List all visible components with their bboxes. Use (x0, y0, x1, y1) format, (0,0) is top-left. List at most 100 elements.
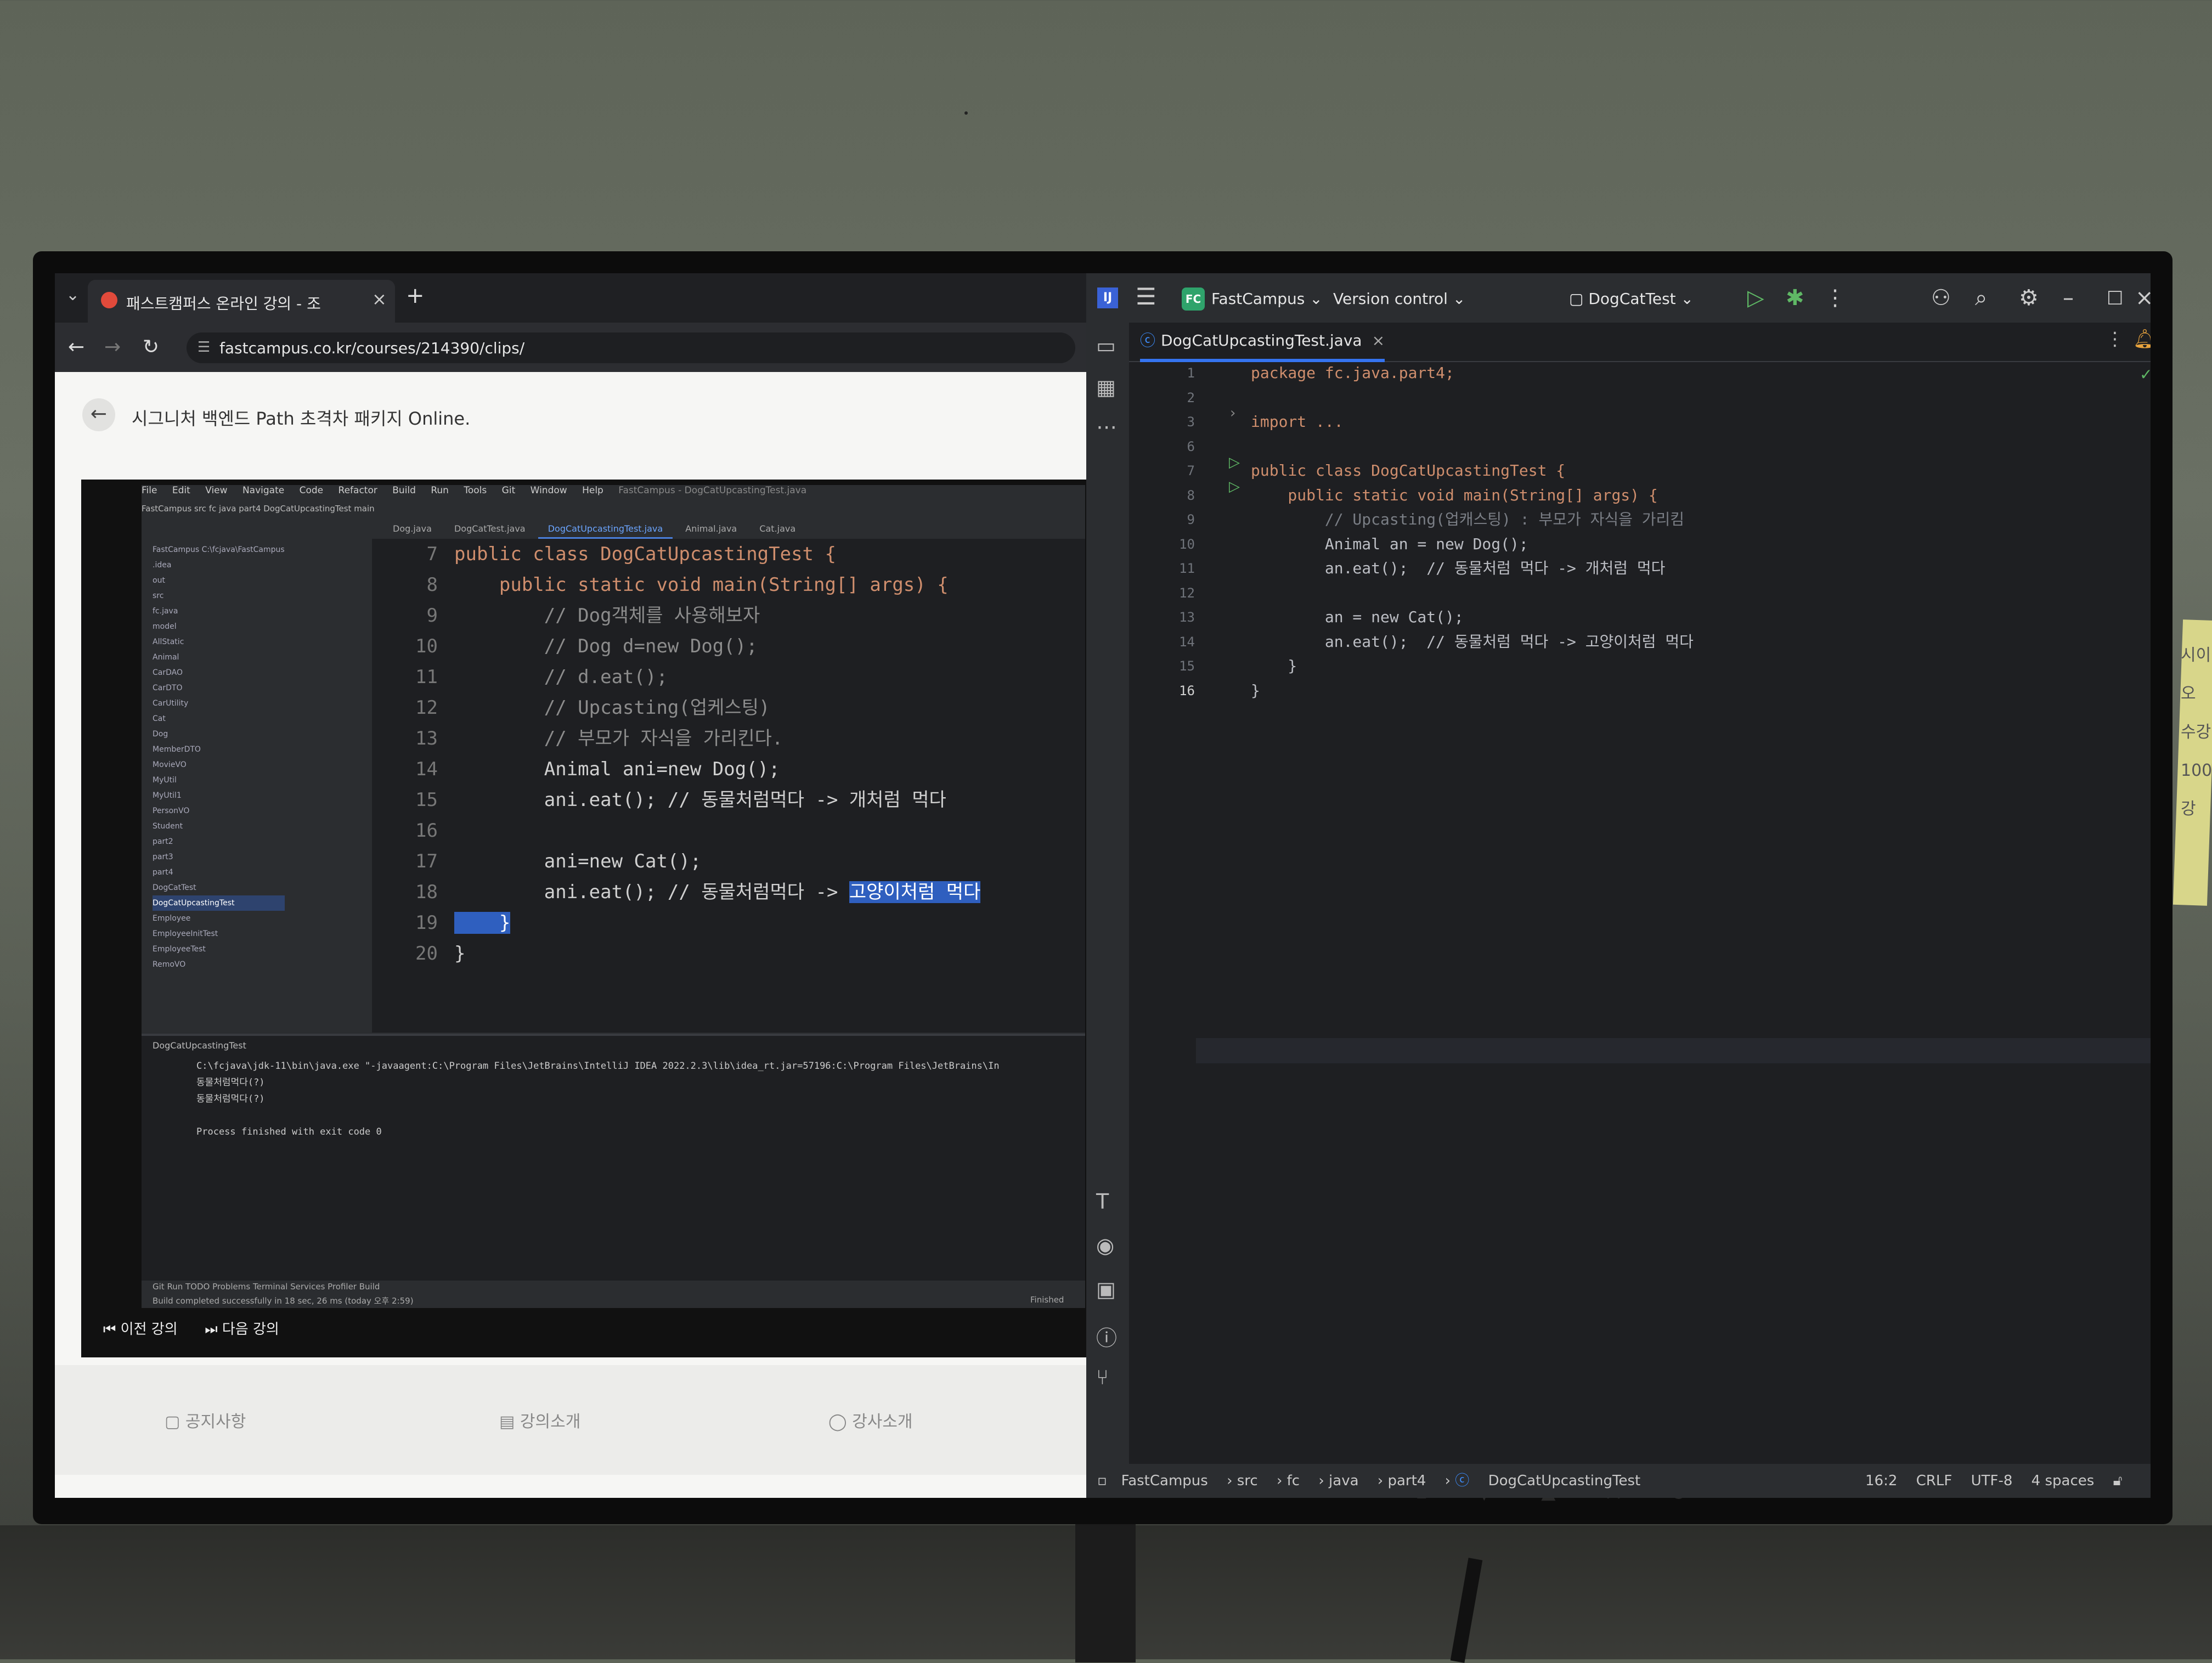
rec-editor-tabs: Dog.java DogCatTest.java DogCatUpcasting… (383, 520, 1085, 539)
tab-course-intro[interactable]: ▤ 강의소개 (499, 1408, 580, 1432)
bc-item: java (1329, 1473, 1359, 1489)
rec-menu-item: Window (530, 485, 567, 496)
ide-titlebar: IJ ☰ FC FastCampus ⌄ Version control ⌄ ▢… (1086, 273, 2151, 323)
tab-label: DogCatUpcastingTest.java (1161, 331, 1362, 349)
project-folder-icon[interactable]: ▭ (1096, 334, 1116, 358)
fold-import-icon[interactable]: › (1230, 405, 1235, 421)
tab-dogcatupcastingtest[interactable]: ⓒ DogCatUpcastingTest.java × (1140, 323, 1385, 362)
rec-line-number: 18 (415, 881, 438, 903)
rec-status-right: Finished (1030, 1295, 1064, 1305)
code-line: } (1251, 681, 1260, 700)
rec-tree-item: CarDAO (153, 668, 183, 677)
lecture-video[interactable]: File Edit View Navigate Code Refactor Bu… (81, 480, 1086, 1357)
back-circle-icon[interactable]: ← (82, 398, 115, 431)
indent-setting[interactable]: 4 spaces (2032, 1473, 2095, 1489)
rec-tree-item: Dog (153, 730, 168, 739)
rec-project-panel: FastCampus C:\fcjava\FastCampus .idea out s… (142, 520, 372, 1030)
browser-tab-title: 패스트캠퍼스 온라인 강의 - 조 (126, 295, 321, 313)
back-arrow-icon[interactable]: ← (68, 336, 84, 358)
rec-output-line: 동물처럼먹다(?) (196, 1093, 265, 1104)
run-class-icon[interactable]: ▷ (1229, 454, 1240, 471)
more-actions-icon[interactable]: ⋮ (1824, 285, 1846, 311)
tab-close-icon[interactable]: × (372, 289, 387, 309)
line-number: 14 (1179, 634, 1195, 650)
rec-line-number: 20 (415, 943, 438, 965)
line-number: 13 (1179, 610, 1195, 625)
url-text: fastcampus.co.kr/courses/214390/clips/ (219, 339, 525, 357)
code-line: // Upcasting(업캐스팅) : 부모가 자식을 가리킴 (1251, 510, 1685, 528)
maximize-icon[interactable]: ☐ (2107, 287, 2123, 309)
rec-tree-item: CarDTO (153, 684, 183, 692)
rec-tab: Cat.java (759, 523, 796, 534)
course-tabs: ▢ 공지사항 ▤ 강의소개 ◯ 강사소개 (55, 1365, 1086, 1475)
line-separator[interactable]: CRLF (1916, 1473, 1953, 1489)
structure-icon[interactable]: ▦ (1096, 375, 1116, 399)
rec-tree-item: model (153, 622, 177, 631)
problems-icon[interactable]: ⓘ (1096, 1321, 1117, 1351)
rec-tree-item: AllStatic (153, 638, 184, 646)
rec-tree-item: Employee (153, 914, 191, 923)
rec-tree-item: .idea (153, 561, 172, 570)
bc-item: DogCatUpcastingTest (1488, 1473, 1641, 1489)
browser-tabbar: ⌄ 패스트캠퍼스 온라인 강의 - 조 × + (55, 273, 1086, 323)
new-tab-button[interactable]: + (406, 283, 425, 308)
status-breadcrumb[interactable]: FastCampus › src › fc › java › part4 › ⓒ… (1121, 1473, 1655, 1489)
next-lecture-label: 다음 강의 (222, 1321, 279, 1338)
rec-menu-item: Code (299, 485, 324, 496)
rec-menu-item: File (142, 485, 157, 496)
run-config-selector[interactable]: ▢ DogCatTest ⌄ (1569, 290, 1694, 308)
tab-notice[interactable]: ▢ 공지사항 (165, 1408, 246, 1432)
run-icon[interactable]: ▷ (1747, 285, 1764, 311)
code-editor[interactable]: package fc.java.part4; import ... public… (1251, 361, 1694, 703)
line-number: 16 (1179, 683, 1195, 698)
code-line: public static void main(String[] args) { (1251, 486, 1658, 504)
rec-bottom-tabs: Git Run TODO Problems Terminal Services … (153, 1282, 380, 1292)
terminal-icon[interactable]: ▣ (1096, 1277, 1116, 1301)
rec-build-status: Build completed successfully in 18 sec, … (153, 1296, 414, 1306)
rec-output-line (196, 1107, 1000, 1124)
intellij-logo-icon: IJ (1097, 287, 1118, 308)
more-tools-icon[interactable]: ⋯ (1096, 415, 1117, 439)
browser-tab[interactable]: 패스트캠퍼스 온라인 강의 - 조 × (88, 280, 395, 323)
site-info-icon[interactable]: ☰ (198, 339, 210, 356)
rec-line-number: 10 (415, 635, 438, 657)
rec-code-line: // Upcasting(업케스팅) (454, 697, 770, 719)
version-control-menu[interactable]: Version control ⌄ (1333, 290, 1465, 308)
main-menu-icon[interactable]: ☰ (1136, 283, 1156, 310)
next-lecture-button[interactable]: ⏭ 다음 강의 (205, 1321, 279, 1338)
rec-code-line: ani=new Cat(); (454, 850, 702, 872)
tab-options-icon[interactable]: ⋮ (2106, 328, 2124, 350)
rec-code-line: // 부모가 자식을 가리킨다. (454, 728, 783, 749)
cursor-position[interactable]: 16:2 (1865, 1473, 1897, 1489)
rec-line-number: 11 (415, 666, 438, 688)
code-line: an.eat(); // 동물처럼 먹다 -> 고양이처럼 먹다 (1251, 632, 1694, 651)
settings-icon[interactable]: ⚙ (2019, 285, 2039, 311)
prev-lecture-button[interactable]: ⏮ 이전 강의 (103, 1321, 178, 1338)
font-tool-icon[interactable]: T (1096, 1190, 1109, 1214)
tab-instructor[interactable]: ◯ 강사소개 (828, 1408, 913, 1432)
notifications-icon[interactable]: 🔔︎ (2133, 328, 2151, 350)
search-icon[interactable]: ⌕ (1975, 285, 1987, 311)
address-bar[interactable]: ☰ fastcampus.co.kr/courses/214390/clips/ (187, 332, 1075, 363)
rec-tree-item: Animal (153, 653, 179, 662)
git-icon[interactable]: ⑂ (1096, 1365, 1109, 1389)
minimize-icon[interactable]: – (2063, 285, 2074, 311)
rec-code-line: public static void main(String[] args) { (454, 574, 949, 596)
project-selector[interactable]: FastCampus ⌄ (1211, 290, 1323, 308)
rec-tree-item: out (153, 576, 165, 585)
add-user-icon[interactable]: ⚇ (1931, 285, 1951, 311)
run-main-icon[interactable]: ▷ (1229, 478, 1240, 495)
tab-search-icon[interactable]: ⌄ (66, 285, 80, 305)
forward-arrow-icon[interactable]: → (104, 336, 121, 358)
services-icon[interactable]: ◉ (1096, 1233, 1114, 1258)
rec-tab: Animal.java (685, 523, 737, 534)
project-name: FastCampus (1211, 290, 1305, 308)
lock-icon[interactable]: 🔓︎ (2113, 1473, 2123, 1489)
file-encoding[interactable]: UTF-8 (1971, 1473, 2013, 1489)
debug-icon[interactable]: ✱ (1786, 285, 1804, 311)
prev-lecture-label: 이전 강의 (120, 1321, 178, 1338)
reload-icon[interactable]: ↻ (143, 336, 159, 358)
tab-close-icon[interactable]: × (1372, 331, 1385, 349)
close-icon[interactable]: × (2135, 285, 2151, 311)
line-number: 9 (1187, 512, 1195, 527)
